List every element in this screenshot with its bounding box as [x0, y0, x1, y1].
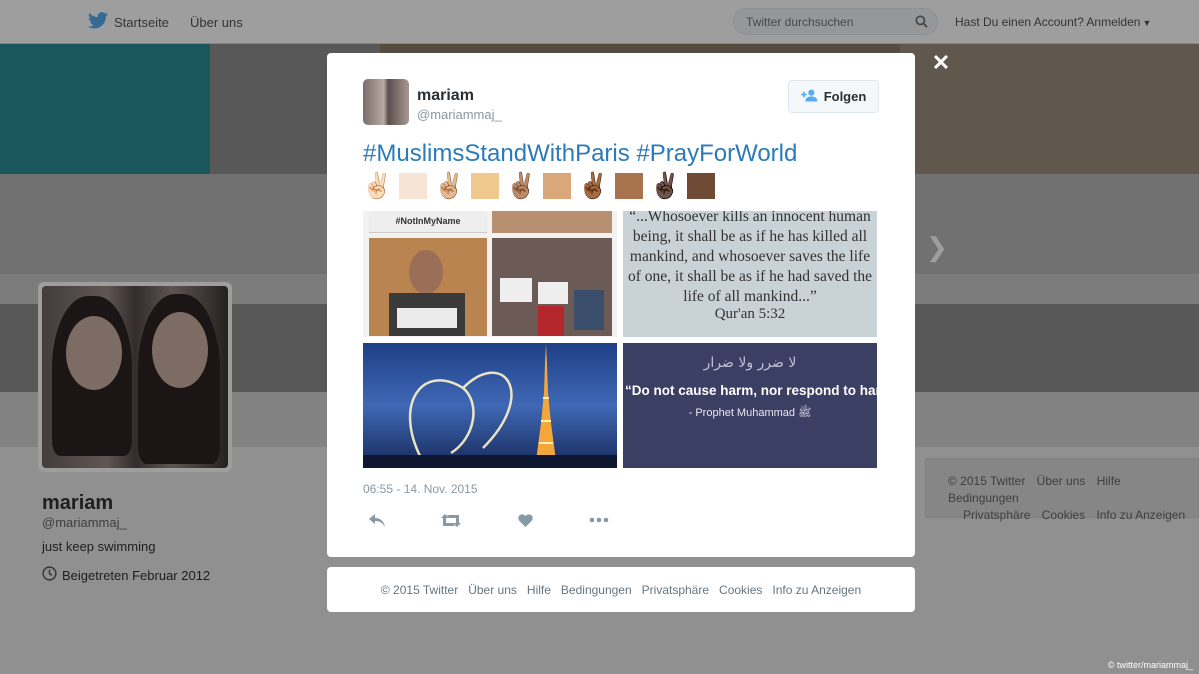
- follow-label: Folgen: [823, 89, 867, 104]
- tweet-modal: mariam @mariammaj_ Folgen #MuslimsStandW…: [327, 53, 915, 557]
- footer-link[interactable]: Über uns: [468, 583, 517, 597]
- quote-source: Qur'an 5:32: [714, 306, 786, 322]
- retweet-icon[interactable]: [437, 512, 465, 528]
- hadith-source: - Prophet Muhammad ﷺ: [688, 407, 812, 419]
- peace-emoji: ✌🏼: [433, 172, 465, 200]
- eiffel-heart-drawing: [363, 343, 617, 468]
- skin-tone-swatch: [471, 173, 499, 199]
- follow-button[interactable]: Folgen: [788, 80, 879, 113]
- footer-link[interactable]: Bedingungen: [561, 583, 632, 597]
- peace-emoji: ✌🏾: [577, 172, 609, 200]
- photo-man-with-sign: [369, 238, 487, 336]
- notinmyname-sign: #NotInMyName: [369, 211, 487, 233]
- tweet-actions: [363, 512, 613, 528]
- photo-credit: © twitter/mariammaj_: [1107, 660, 1193, 670]
- arabic-text: لا ضرر ولا ضرار: [703, 355, 797, 371]
- reply-icon[interactable]: [363, 512, 391, 528]
- peace-emoji: ✌🏻: [361, 172, 393, 200]
- skin-tone-swatch: [399, 173, 427, 199]
- tweet-emoji-row: ✌🏻 ✌🏼 ✌🏽 ✌🏾 ✌🏿: [361, 171, 715, 201]
- footer-link[interactable]: Info zu Anzeigen: [772, 583, 861, 597]
- footer-link[interactable]: © 2015 Twitter: [381, 583, 458, 597]
- skin-tone-swatch: [615, 173, 643, 199]
- tweet-timestamp[interactable]: 06:55 - 14. Nov. 2015: [363, 482, 478, 496]
- tweet-text[interactable]: #MuslimsStandWithParis #PrayForWorld: [363, 140, 797, 168]
- collage-image[interactable]: #NotInMyName: [363, 211, 617, 337]
- follow-user-icon: [800, 89, 818, 105]
- tweet-author-name[interactable]: mariam: [417, 87, 474, 105]
- tweet-media-grid: #NotInMyName “...Whosoever kills an inno…: [363, 211, 879, 468]
- modal-footer: © 2015 Twitter Über uns Hilfe Bedingunge…: [327, 567, 915, 612]
- quote-text: “...Whosoever kills an innocent human be…: [627, 211, 873, 305]
- more-options-icon[interactable]: [585, 512, 613, 528]
- hadith-quote-image[interactable]: لا ضرر ولا ضرار “Do not cause harm, nor …: [623, 343, 877, 468]
- peace-emoji: ✌🏿: [649, 172, 681, 200]
- footer-link[interactable]: Hilfe: [527, 583, 551, 597]
- skin-tone-swatch: [543, 173, 571, 199]
- footer-link[interactable]: Cookies: [719, 583, 762, 597]
- peace-emoji: ✌🏽: [505, 172, 537, 200]
- close-icon[interactable]: ✕: [929, 52, 953, 76]
- skin-tone-swatch: [687, 173, 715, 199]
- tweet-author-handle[interactable]: @mariammaj_: [417, 107, 502, 122]
- eiffel-tower-image[interactable]: [363, 343, 617, 468]
- hadith-text: “Do not cause harm, nor respond to harm …: [625, 383, 877, 398]
- footer-link[interactable]: Privatsphäre: [642, 583, 709, 597]
- photo-children-with-signs: [492, 238, 612, 336]
- tweet-avatar[interactable]: [363, 79, 409, 125]
- like-heart-icon[interactable]: [511, 512, 539, 528]
- quran-quote-image[interactable]: “...Whosoever kills an innocent human be…: [623, 211, 877, 337]
